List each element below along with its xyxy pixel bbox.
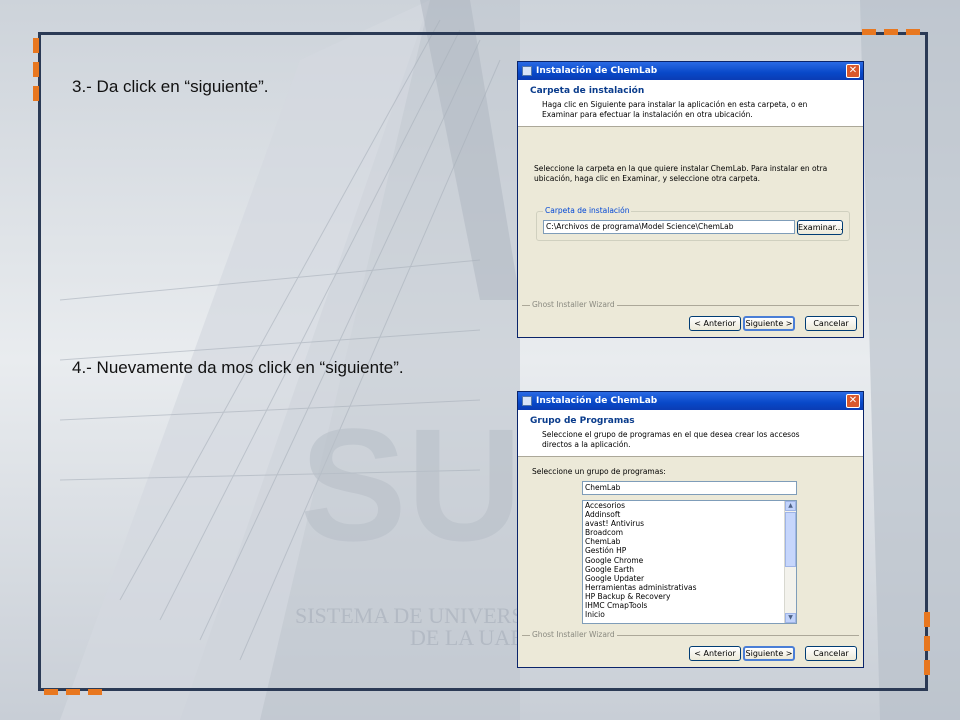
back-button[interactable]: < Anterior	[689, 646, 741, 661]
next-button[interactable]: Siguiente >	[743, 646, 795, 661]
list-item[interactable]: Inicio	[583, 610, 796, 619]
list-item[interactable]: Google Earth	[583, 565, 796, 574]
list-item[interactable]: Gestión HP	[583, 546, 796, 555]
dialog-header: Grupo de Programas Seleccione el grupo d…	[518, 410, 863, 457]
install-folder-group-label: Carpeta de instalación	[543, 206, 632, 215]
list-item[interactable]: Google Updater	[583, 574, 796, 583]
program-group-dialog: Instalación de ChemLab ✕ Grupo de Progra…	[517, 391, 864, 668]
footer-label: Ghost Installer Wizard	[530, 300, 617, 309]
step-4-text: 4.- Nuevamente da mos click en “siguient…	[72, 358, 404, 377]
list-item[interactable]: ChemLab	[583, 537, 796, 546]
scroll-thumb[interactable]	[785, 512, 796, 567]
back-button[interactable]: < Anterior	[689, 316, 741, 331]
cancel-button[interactable]: Cancelar	[805, 316, 857, 331]
step-3-text: 3.- Da click en “siguiente”.	[72, 77, 269, 96]
cancel-button[interactable]: Cancelar	[805, 646, 857, 661]
accent-top-3	[906, 29, 920, 35]
dialog-title: Instalación de ChemLab	[536, 66, 658, 76]
accent-left-2	[33, 62, 39, 77]
program-group-list[interactable]: Accesorios Addinsoft avast! Antivirus Broad…	[582, 500, 797, 624]
dialog-header: Carpeta de instalación Haga clic en Sigu…	[518, 80, 863, 127]
list-item[interactable]: HP Backup & Recovery	[583, 592, 796, 601]
list-item[interactable]: Addinsoft	[583, 510, 796, 519]
install-folder-dialog: Instalación de ChemLab ✕ Carpeta de inst…	[517, 61, 864, 338]
program-group-items: Accesorios Addinsoft avast! Antivirus Broad…	[583, 501, 796, 619]
header-title: Grupo de Programas	[530, 416, 635, 426]
program-group-field[interactable]: ChemLab	[582, 481, 797, 495]
accent-bottom-2	[66, 689, 80, 695]
accent-bottom-3	[88, 689, 102, 695]
instruction-text: Seleccione un grupo de programas:	[532, 467, 666, 476]
scroll-down-icon[interactable]: ▼	[785, 613, 796, 623]
list-item[interactable]: IHMC CmapTools	[583, 601, 796, 610]
dialog-title: Instalación de ChemLab	[536, 396, 658, 406]
accent-right-1	[924, 612, 930, 627]
close-icon[interactable]: ✕	[846, 64, 860, 78]
header-title: Carpeta de instalación	[530, 86, 645, 96]
instruction-text: Seleccione la carpeta en la que quiere i…	[534, 164, 828, 183]
list-item[interactable]: avast! Antivirus	[583, 519, 796, 528]
accent-top-2	[884, 29, 898, 35]
dialog-titlebar[interactable]: Instalación de ChemLab ✕	[518, 392, 863, 410]
accent-left-3	[33, 86, 39, 101]
list-scrollbar[interactable]: ▲ ▼	[784, 501, 796, 623]
dialog-titlebar[interactable]: Instalación de ChemLab ✕	[518, 62, 863, 80]
close-icon[interactable]: ✕	[846, 394, 860, 408]
accent-top-1	[862, 29, 876, 35]
footer-label: Ghost Installer Wizard	[530, 630, 617, 639]
accent-bottom-1	[44, 689, 58, 695]
accent-left-1	[33, 38, 39, 53]
installer-app-icon	[522, 396, 532, 406]
installer-app-icon	[522, 66, 532, 76]
header-description: Seleccione el grupo de programas en el q…	[542, 430, 800, 449]
browse-button[interactable]: Examinar...	[797, 220, 843, 235]
header-description: Haga clic en Siguiente para instalar la …	[542, 100, 808, 119]
accent-right-2	[924, 636, 930, 651]
accent-right-3	[924, 660, 930, 675]
scroll-up-icon[interactable]: ▲	[785, 501, 796, 511]
list-item[interactable]: Broadcom	[583, 528, 796, 537]
next-button[interactable]: Siguiente >	[743, 316, 795, 331]
list-item[interactable]: Herramientas administrativas	[583, 583, 796, 592]
install-path-field[interactable]: C:\Archivos de programa\Model Science\Ch…	[543, 220, 795, 234]
list-item[interactable]: Accesorios	[583, 501, 796, 510]
list-item[interactable]: Google Chrome	[583, 556, 796, 565]
